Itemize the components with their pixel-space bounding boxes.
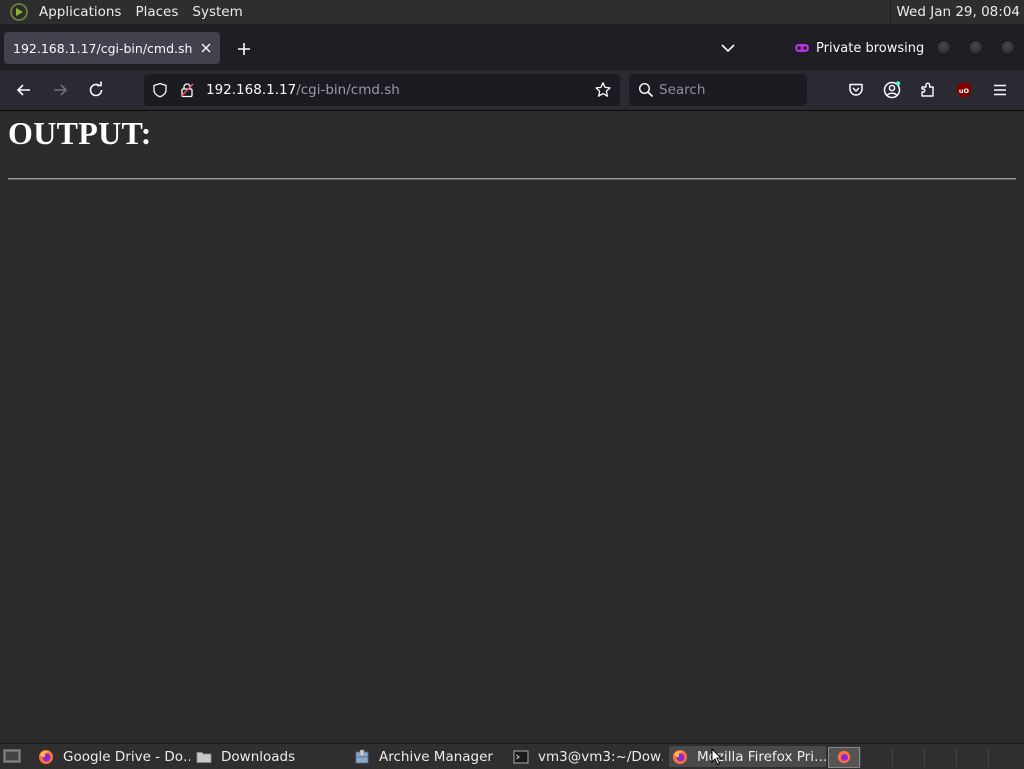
search-placeholder: Search — [659, 82, 706, 98]
task-downloads[interactable]: Downloads — [196, 746, 346, 767]
folder-icon — [196, 751, 212, 763]
workspace-2[interactable] — [860, 747, 891, 766]
tab-active[interactable]: 192.168.1.17/cgi-bin/cmd.sh — [4, 32, 220, 64]
account-icon[interactable] — [882, 80, 902, 100]
close-window-button[interactable] — [1000, 40, 1015, 55]
distro-logo-icon[interactable] — [10, 3, 28, 21]
url-path: /cgi-bin/cmd.sh — [296, 82, 400, 98]
firefox-icon — [39, 749, 53, 764]
applications-menu[interactable]: Applications — [32, 0, 128, 24]
workspace-4[interactable] — [924, 747, 955, 766]
system-menu[interactable]: System — [185, 0, 249, 24]
private-browsing-label: Private browsing — [816, 40, 925, 56]
task-google-drive[interactable]: Google Drive - Do… — [38, 746, 190, 767]
new-tab-icon[interactable] — [234, 39, 254, 59]
list-all-tabs-chevron-icon[interactable] — [719, 39, 737, 57]
search-icon — [638, 82, 654, 98]
horizontal-rule — [8, 178, 1016, 180]
workspace-1[interactable] — [828, 747, 860, 768]
taskbar: Google Drive - Do… Downloads Archive Man… — [0, 743, 1024, 769]
search-bar[interactable]: Search — [629, 74, 807, 106]
forward-arrow-icon[interactable] — [50, 80, 70, 100]
minimize-window-button[interactable] — [936, 40, 951, 55]
tracking-protection-shield-icon[interactable] — [152, 82, 168, 98]
navigation-toolbar: 192.168.1.17/cgi-bin/cmd.sh Search uO — [0, 70, 1024, 111]
top-panel: Applications Places System Wed Jan 29, 0… — [0, 0, 1024, 25]
terminal-icon — [513, 750, 529, 763]
places-menu[interactable]: Places — [128, 0, 185, 24]
task-label: Downloads — [221, 748, 296, 765]
tab-title: 192.168.1.17/cgi-bin/cmd.sh — [13, 40, 193, 56]
url-text[interactable]: 192.168.1.17/cgi-bin/cmd.sh — [206, 74, 400, 106]
address-bar[interactable]: 192.168.1.17/cgi-bin/cmd.sh — [144, 74, 620, 106]
firefox-icon — [837, 750, 851, 764]
extensions-puzzle-icon[interactable] — [918, 80, 938, 100]
private-browsing-indicator: Private browsing — [794, 38, 924, 58]
pocket-icon[interactable] — [846, 80, 866, 100]
mouse-cursor-icon — [711, 748, 723, 766]
firefox-icon — [673, 749, 687, 764]
task-label: Google Drive - Do… — [63, 748, 190, 765]
bookmark-star-icon[interactable] — [594, 81, 612, 99]
maximize-window-button[interactable] — [968, 40, 983, 55]
insecure-lock-icon[interactable] — [179, 82, 195, 98]
task-firefox-private[interactable]: Mozilla Firefox Pri… — [669, 746, 826, 767]
task-label: vm3@vm3:~/Dow… — [538, 748, 663, 765]
hamburger-menu-icon[interactable] — [990, 80, 1010, 100]
task-label: Archive Manager — [379, 748, 493, 765]
workspace-5[interactable] — [956, 747, 987, 766]
svg-text:uO: uO — [959, 87, 970, 95]
tab-strip: 192.168.1.17/cgi-bin/cmd.sh Private brow… — [0, 25, 1024, 70]
page-content: OUTPUT: — [0, 111, 1024, 743]
archive-manager-icon — [355, 749, 369, 763]
task-terminal[interactable]: vm3@vm3:~/Dow… — [513, 746, 663, 767]
reload-icon[interactable] — [86, 80, 106, 100]
workspace-6[interactable] — [988, 747, 1023, 766]
show-desktop-icon[interactable] — [3, 748, 21, 765]
page-heading: OUTPUT: — [8, 115, 152, 151]
url-host: 192.168.1.17 — [206, 82, 297, 98]
private-mask-icon — [795, 44, 809, 52]
ublock-origin-icon[interactable]: uO — [954, 80, 974, 100]
workspace-3[interactable] — [892, 747, 923, 766]
close-tab-icon[interactable] — [198, 40, 214, 56]
clock[interactable]: Wed Jan 29, 08:04 — [889, 0, 1020, 24]
back-arrow-icon[interactable] — [14, 80, 34, 100]
task-archive-manager[interactable]: Archive Manager — [354, 746, 506, 767]
